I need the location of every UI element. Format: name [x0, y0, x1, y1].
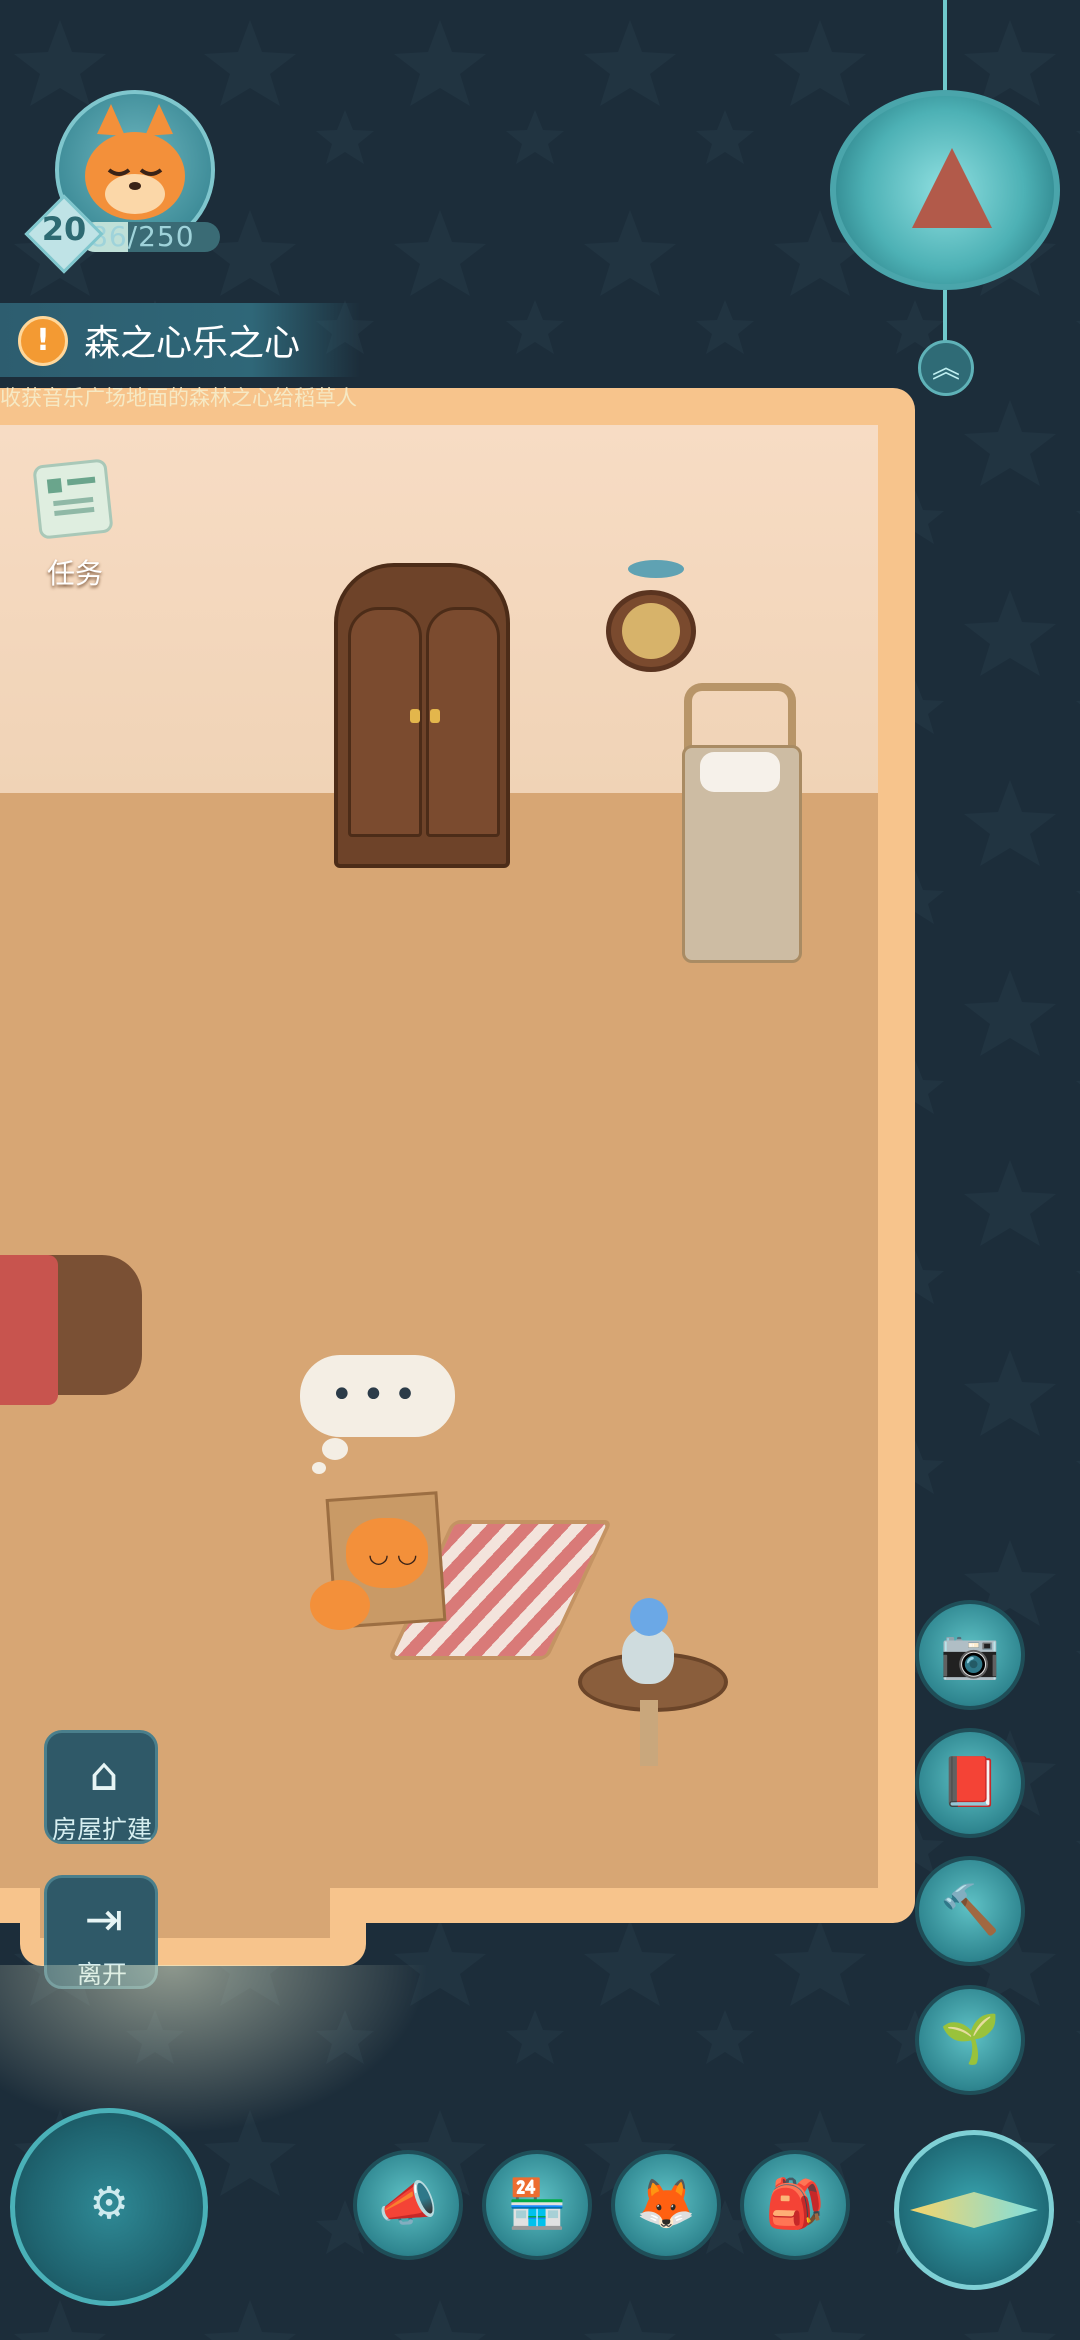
- sprout-button[interactable]: 🌱: [915, 1985, 1025, 2095]
- task-label[interactable]: 任务: [20, 552, 130, 592]
- side-table-leg: [640, 1700, 658, 1766]
- fox-friends-icon: 🦊: [636, 2176, 696, 2232]
- shop-button[interactable]: 🏪: [482, 2150, 592, 2260]
- megaphone-button[interactable]: 📣: [353, 2150, 463, 2260]
- bed-headboard: [684, 683, 796, 751]
- light-glow: [0, 1965, 430, 2135]
- wardrobe-knob: [430, 709, 440, 723]
- flower-book-button[interactable]: 📕: [915, 1728, 1025, 1838]
- backpack-button[interactable]: 🎒: [740, 2150, 850, 2260]
- fox-friends-button[interactable]: 🦊: [611, 2150, 721, 2260]
- level-text: 20: [41, 210, 87, 248]
- task-icon[interactable]: [32, 458, 114, 540]
- fox-tail: [310, 1580, 370, 1630]
- globe-hanger: [943, 0, 947, 92]
- hammer-button[interactable]: 🔨: [915, 1856, 1025, 1966]
- blue-flower: [630, 1598, 668, 1636]
- xp-text: 86/250: [90, 220, 195, 253]
- quest-title: 森之心乐之心: [84, 323, 301, 364]
- camera-button[interactable]: 📷: [915, 1600, 1025, 1710]
- bed-pillow: [700, 752, 780, 792]
- double-chevron-up-icon[interactable]: ︽: [918, 340, 974, 396]
- fox-face: ◡ ◡: [368, 1540, 418, 1568]
- house-info-icon: ⌂: [89, 1747, 119, 1801]
- wall-clock-face: [622, 603, 680, 659]
- flower-book-icon: 📕: [940, 1754, 1000, 1810]
- sprout-icon: 🌱: [940, 2011, 1000, 2067]
- tent-globe-icon: [912, 148, 992, 228]
- thought-bubble-tail: [322, 1438, 348, 1460]
- flower-vase: [622, 1628, 674, 1684]
- shop-icon: 🏪: [507, 2176, 567, 2232]
- gear-icon: ⚙: [89, 2178, 129, 2229]
- quest-alert-icon: !: [18, 316, 68, 366]
- thought-bubble-dots: •••: [330, 1372, 425, 1418]
- sofa-cushion: [0, 1255, 58, 1405]
- megaphone-icon: 📣: [378, 2176, 438, 2232]
- quest-description: 收获音乐广场地面的森林之心给稻草人: [0, 386, 357, 410]
- wardrobe-knob: [410, 709, 420, 723]
- camera-icon: 📷: [940, 1626, 1000, 1682]
- wardrobe[interactable]: [334, 563, 510, 868]
- hammer-icon: 🔨: [940, 1882, 1000, 1938]
- house-expand-label: 房屋扩建: [51, 1815, 152, 1844]
- thought-bubble-tail: [312, 1462, 326, 1474]
- backpack-icon: 🎒: [765, 2176, 825, 2232]
- globe-hanger-lower: [943, 290, 947, 342]
- fish-ornament: [628, 560, 684, 578]
- task-card-icon: [46, 476, 96, 517]
- exit-icon: ⇥: [84, 1892, 124, 1946]
